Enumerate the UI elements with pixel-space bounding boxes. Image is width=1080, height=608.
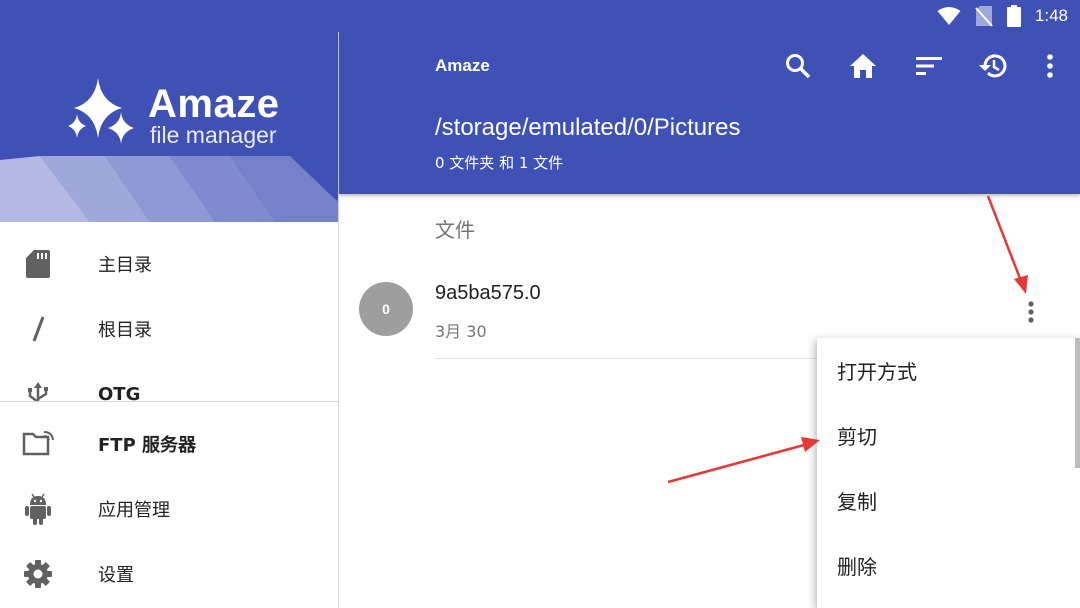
sort-icon: [916, 57, 942, 75]
nav-item-label: FTP 服务器: [98, 435, 197, 456]
nav-item-ftp[interactable]: FTP 服务器: [0, 412, 338, 476]
brand-title: Amaze: [148, 82, 280, 126]
history-button[interactable]: [977, 50, 1009, 82]
search-button[interactable]: [782, 50, 814, 82]
wifi-icon: [937, 7, 961, 25]
brand-subtitle: file manager: [150, 122, 277, 148]
menu-item-delete[interactable]: 删除: [817, 533, 1080, 597]
amaze-logo-icon: [68, 78, 134, 144]
file-name: 9a5ba575.0: [435, 282, 541, 304]
more-options-button[interactable]: [1034, 50, 1066, 82]
menu-item-label: 删除: [837, 555, 877, 579]
menu-item-copy[interactable]: 复制: [817, 468, 1080, 532]
menu-item-label: 复制: [837, 490, 877, 514]
nav-item-app-manager[interactable]: 应用管理: [0, 477, 338, 541]
sort-button[interactable]: [913, 50, 945, 82]
clock: 1:48: [1034, 6, 1068, 25]
context-menu: 打开方式 剪切 复制 删除: [817, 338, 1080, 608]
app-title: Amaze: [435, 56, 490, 75]
gear-icon: [22, 558, 54, 590]
file-date: 3月 30: [435, 322, 487, 341]
usb-icon: [22, 380, 54, 402]
nav-item-label: 设置: [98, 565, 134, 586]
navigation-drawer: Amaze file manager 主目录 根目录 OTG FTP 服务器 应…: [0, 32, 339, 608]
file-avatar[interactable]: 0: [359, 282, 413, 336]
path-summary: 0 文件夹 和 1 文件: [435, 154, 564, 172]
menu-item-open-with[interactable]: 打开方式: [817, 338, 1080, 402]
nav-item-otg[interactable]: OTG: [0, 362, 338, 402]
drawer-header: Amaze file manager: [0, 32, 338, 222]
no-sim-icon: [975, 6, 993, 27]
section-header-files: 文件: [435, 218, 475, 242]
nav-item-home[interactable]: 主目录: [0, 232, 338, 296]
home-icon: [850, 54, 876, 78]
current-path[interactable]: /storage/emulated/0/Pictures: [435, 114, 741, 142]
sd-card-icon: [22, 248, 54, 280]
menu-item-label: 剪切: [837, 425, 877, 449]
search-icon: [786, 54, 811, 79]
nav-item-label: OTG: [98, 384, 141, 402]
menu-item-label: 打开方式: [837, 360, 917, 384]
nav-item-root[interactable]: 根目录: [0, 297, 338, 361]
nav-item-label: 主目录: [98, 255, 152, 276]
app-bar: Amaze /storage/emulated/0/Pictures 0 文件夹…: [339, 32, 1080, 194]
drawer-list: 主目录 根目录 OTG FTP 服务器 应用管理 设置: [0, 232, 338, 608]
battery-icon: [1006, 5, 1021, 27]
more-vert-icon: [1028, 301, 1034, 323]
file-more-button[interactable]: [1017, 296, 1045, 328]
drawer-divider: [0, 401, 338, 402]
android-icon: [22, 493, 54, 525]
status-bar: 1:48: [0, 0, 1080, 32]
nav-item-label: 根目录: [98, 320, 152, 341]
menu-item-cut[interactable]: 剪切: [817, 403, 1080, 467]
nav-item-settings[interactable]: 设置: [0, 542, 338, 606]
home-button[interactable]: [847, 50, 879, 82]
history-icon: [979, 54, 1007, 78]
ftp-folder-icon: [22, 428, 54, 460]
nav-item-label: 应用管理: [98, 500, 170, 521]
more-vert-icon: [1047, 54, 1053, 78]
slash-icon: [22, 313, 54, 345]
